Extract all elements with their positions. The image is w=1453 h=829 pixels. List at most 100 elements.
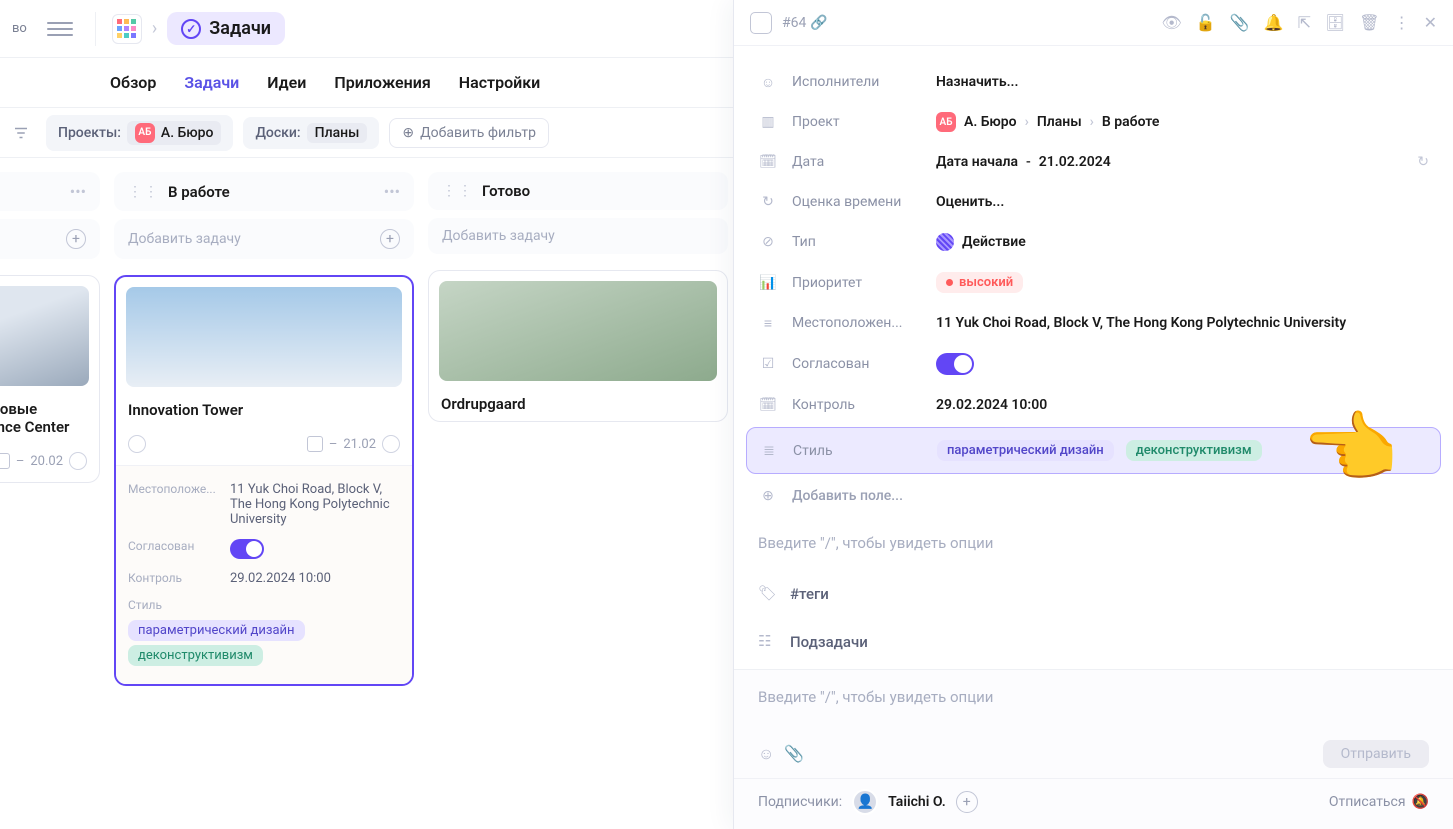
- prop-approved[interactable]: ☑ Согласован: [734, 343, 1453, 385]
- style-tag[interactable]: деконструктивизм: [1126, 440, 1262, 461]
- priority-icon: 📊: [758, 273, 778, 293]
- prop-location[interactable]: ≡ Местоположен... 11 Yuk Choi Road, Bloc…: [734, 303, 1453, 343]
- subtasks-section[interactable]: ☷ Подзадачи: [734, 618, 1453, 666]
- prop-type[interactable]: ⊘ Тип Действие: [734, 222, 1453, 262]
- panel-body: ☺ Исполнители Назначить... ▥ Проект АБ А…: [734, 46, 1453, 669]
- add-task-input[interactable]: ачу +: [0, 219, 100, 259]
- filter-boards[interactable]: Доски: Планы: [243, 117, 379, 149]
- chevron-right-icon: ›: [152, 18, 157, 39]
- column-header: ⋮⋮Готово: [428, 172, 728, 210]
- prop-date[interactable]: 🗓 Дата Дата начала - 21.02.2024 ↻: [734, 142, 1453, 182]
- detail-control: 29.02.2024 10:00: [230, 571, 331, 586]
- add-subscriber-button[interactable]: +: [956, 791, 978, 813]
- subscribers-label: Подписчики:: [758, 794, 842, 810]
- style-tag[interactable]: параметрический дизайн: [937, 440, 1114, 461]
- detail-label-location: Местоположе...: [128, 482, 218, 527]
- prop-project[interactable]: ▥ Проект АБ А. Бюро › Планы › В работе: [734, 102, 1453, 142]
- tab-ideas[interactable]: Идеи: [267, 73, 306, 92]
- attachment-icon[interactable]: 📎: [784, 744, 804, 764]
- subtasks-icon: ☷: [758, 632, 778, 652]
- document-icon[interactable]: [750, 12, 772, 34]
- column-more-button[interactable]: •••: [384, 182, 400, 201]
- calendar-icon: [0, 453, 10, 469]
- add-filter-button[interactable]: ⊕ Добавить фильтр: [389, 118, 549, 148]
- eye-icon[interactable]: 👁: [1161, 13, 1181, 32]
- card-date: 21.02: [343, 437, 376, 452]
- pointing-hand-annotation: 👉: [1304, 404, 1401, 495]
- check-circle-icon: ✓: [181, 19, 201, 39]
- card-meta: – 21.02: [116, 427, 412, 465]
- column-title: В работе: [168, 183, 230, 201]
- priority-chip: высокий: [936, 272, 1023, 293]
- detail-label-style: Стиль: [128, 598, 218, 612]
- lock-icon[interactable]: 🔓: [1196, 13, 1216, 32]
- add-task-input[interactable]: Добавить задачу +: [114, 219, 414, 259]
- card-details: Местоположе...11 Yuk Choi Road, Block V,…: [116, 465, 412, 684]
- plus-circle-icon: ⊕: [758, 486, 778, 506]
- task-card[interactable]: ь маркетинговыеPhaeno Science Center – 2…: [0, 275, 100, 483]
- add-task-placeholder: Добавить задачу: [442, 228, 555, 244]
- tag-icon: 🏷: [758, 584, 778, 604]
- task-id[interactable]: #64🔗: [782, 15, 828, 31]
- columns-icon: ▥: [758, 112, 778, 132]
- approved-toggle[interactable]: [936, 353, 974, 375]
- archive-icon[interactable]: 🗄: [1325, 13, 1345, 32]
- checkbox-icon: ☑: [758, 354, 778, 374]
- project-chip: АБ А. Бюро: [127, 121, 222, 145]
- project-breadcrumb: АБ А. Бюро › Планы › В работе: [936, 112, 1429, 132]
- attachment-icon[interactable]: 📎: [1230, 13, 1250, 32]
- drag-handle-icon[interactable]: ⋮⋮: [442, 183, 474, 199]
- filter-projects-label: Проекты:: [58, 125, 121, 141]
- menu-toggle-button[interactable]: [47, 16, 73, 42]
- add-filter-label: Добавить фильтр: [420, 125, 536, 141]
- filter-icon[interactable]: [12, 124, 30, 142]
- tab-apps[interactable]: Приложения: [334, 73, 430, 92]
- workspace-icon[interactable]: [112, 14, 142, 44]
- tab-settings[interactable]: Настройки: [459, 73, 541, 92]
- task-card[interactable]: Ordrupgaard: [428, 270, 728, 422]
- type-icon: ⊘: [758, 232, 778, 252]
- repeat-icon[interactable]: ↻: [1417, 154, 1429, 170]
- prop-estimate[interactable]: ↻ Оценка времени Оценить...: [734, 182, 1453, 222]
- task-card-selected[interactable]: Innovation Tower – 21.02 Местоположе...1…: [114, 275, 414, 686]
- status-circle-icon: [69, 452, 87, 470]
- kanban-column: ⋮⋮ В работе ••• Добавить задачу + Innovat…: [114, 172, 414, 829]
- style-tag[interactable]: параметрический дизайн: [128, 620, 305, 641]
- approved-toggle[interactable]: [230, 539, 264, 559]
- card-thumbnail: [439, 281, 717, 381]
- filter-projects[interactable]: Проекты: АБ А. Бюро: [46, 115, 233, 151]
- subscriber-avatar[interactable]: 👤: [852, 789, 878, 815]
- emoji-icon[interactable]: ☺: [758, 744, 774, 764]
- more-icon[interactable]: ⋮: [1394, 13, 1410, 32]
- column-more-button[interactable]: •••: [70, 182, 86, 201]
- prop-assignees[interactable]: ☺ Исполнители Назначить...: [734, 62, 1453, 102]
- close-icon[interactable]: ✕: [1424, 13, 1437, 32]
- tags-section[interactable]: 🏷 #теги: [734, 570, 1453, 618]
- bell-off-icon: 🔕: [1412, 794, 1429, 810]
- trash-icon[interactable]: 🗑: [1359, 13, 1379, 32]
- card-title: ь маркетинговыеPhaeno Science Center: [0, 396, 99, 444]
- person-icon: ☺: [758, 72, 778, 92]
- description-input[interactable]: Введите "/", чтобы увидеть опции: [734, 516, 1453, 570]
- text-icon: ≡: [758, 313, 778, 333]
- unsubscribe-button[interactable]: Отписаться 🔕: [1329, 794, 1429, 810]
- kanban-column: ⋮⋮Готово Добавить задачу Ordrupgaard: [428, 172, 728, 829]
- comment-input[interactable]: Введите "/", чтобы увидеть опции: [734, 670, 1453, 740]
- expand-icon[interactable]: ⇱: [1298, 13, 1311, 32]
- style-tag[interactable]: деконструктивизм: [128, 645, 263, 666]
- kanban-column: ⋮⋮е ••• ачу + ь маркетинговыеPhaeno Scie…: [0, 172, 100, 829]
- send-button[interactable]: Отправить: [1323, 740, 1429, 768]
- board-chip: Планы: [307, 123, 368, 143]
- bell-icon[interactable]: 🔔: [1264, 13, 1284, 32]
- card-date: 20.02: [30, 454, 63, 469]
- subscribers-row: Подписчики: 👤 Taiichi O. + Отписаться 🔕: [734, 778, 1453, 829]
- breadcrumb-tail: во: [12, 21, 27, 36]
- prop-priority[interactable]: 📊 Приоритет высокий: [734, 262, 1453, 303]
- tab-overview[interactable]: Обзор: [110, 73, 156, 92]
- tasks-breadcrumb[interactable]: ✓ Задачи: [167, 12, 285, 45]
- panel-header: #64🔗 👁 🔓 📎 🔔 ⇱ 🗄 🗑 ⋮ ✕: [734, 0, 1453, 46]
- drag-handle-icon[interactable]: ⋮⋮: [128, 184, 160, 200]
- add-task-input[interactable]: Добавить задачу: [428, 218, 728, 254]
- card-thumbnail: [126, 287, 402, 387]
- tab-tasks[interactable]: Задачи: [184, 73, 239, 92]
